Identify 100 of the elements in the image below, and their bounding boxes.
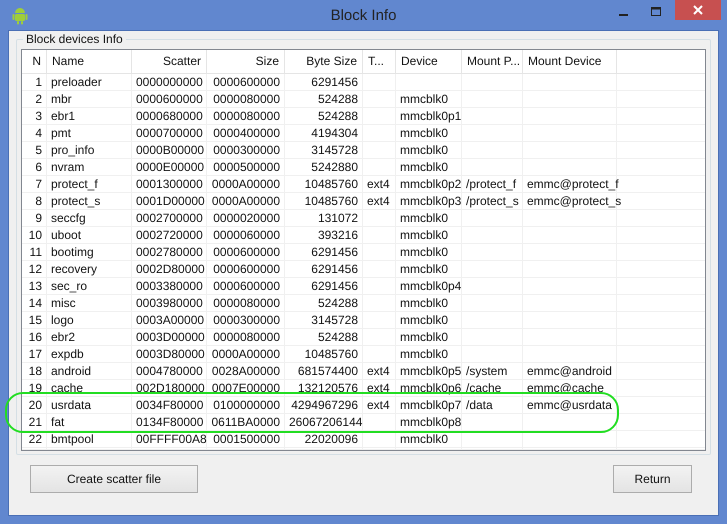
table-cell: 10485760 bbox=[304, 347, 358, 361]
table-cell: uboot bbox=[51, 228, 82, 242]
table-cell: 0003380000 bbox=[136, 279, 203, 293]
table-cell: 6291456 bbox=[311, 262, 358, 276]
table-cell: 6291456 bbox=[311, 75, 358, 89]
column-header[interactable]: Device bbox=[396, 50, 462, 73]
table-cell: 0000000000 bbox=[136, 75, 203, 89]
table-cell: 6 bbox=[35, 160, 42, 174]
table-cell: 0000400000 bbox=[213, 126, 280, 140]
table-cell: 4294967296 bbox=[291, 398, 358, 412]
table-cell: 0000080000 bbox=[213, 92, 280, 106]
table-cell: 0001D00000 bbox=[136, 194, 205, 208]
table-cell: 0000080000 bbox=[213, 330, 280, 344]
table-cell: 0000600000 bbox=[213, 279, 280, 293]
window-title: Block Info bbox=[330, 7, 396, 24]
table-cell: 22 bbox=[28, 432, 42, 446]
table-cell: mmcblk0 bbox=[400, 92, 448, 106]
table-cell: 1 bbox=[35, 75, 42, 89]
table-cell: 393216 bbox=[318, 228, 358, 242]
table-cell: 0000E00000 bbox=[136, 160, 204, 174]
table-cell: pro_info bbox=[51, 143, 94, 157]
table-cell: mmcblk0 bbox=[400, 313, 448, 327]
dialog-button[interactable]: Create scatter file bbox=[30, 465, 198, 493]
table-cell: preloader bbox=[51, 75, 102, 89]
table-cell: emmc@protect_f bbox=[527, 177, 619, 191]
table-cell: 524288 bbox=[318, 330, 358, 344]
table-cell: 6291456 bbox=[311, 245, 358, 259]
table-cell: ext4 bbox=[367, 381, 390, 395]
table-cell: 0000080000 bbox=[213, 109, 280, 123]
column-header[interactable]: Mount P... bbox=[462, 50, 523, 73]
close-icon[interactable] bbox=[675, 0, 721, 20]
dialog-button[interactable]: Return bbox=[613, 465, 692, 493]
table-cell: misc bbox=[51, 296, 76, 310]
table-cell: 0000500000 bbox=[213, 160, 280, 174]
table-cell: 0000020000 bbox=[213, 211, 280, 225]
table-cell: 0000600000 bbox=[213, 75, 280, 89]
table-cell: fat bbox=[51, 415, 64, 429]
table-cell: 8 bbox=[35, 194, 42, 208]
table-cell: 0002780000 bbox=[136, 245, 203, 259]
table-cell: 0000600000 bbox=[213, 262, 280, 276]
table-cell: mmcblk0 bbox=[400, 211, 448, 225]
table-cell: 15 bbox=[28, 313, 42, 327]
table-cell: cache bbox=[51, 381, 84, 395]
column-header[interactable]: Scatter bbox=[132, 50, 207, 73]
table-cell: 21 bbox=[28, 415, 42, 429]
table-cell: 0003980000 bbox=[136, 296, 203, 310]
table-cell: 0002D80000 bbox=[136, 262, 205, 276]
table-cell: 0000300000 bbox=[213, 313, 280, 327]
column-header[interactable]: Byte Size bbox=[285, 50, 363, 73]
table-cell: 20 bbox=[28, 398, 42, 412]
table-cell: emmc@protect_s bbox=[527, 194, 622, 208]
table-cell: 12 bbox=[28, 262, 42, 276]
table-cell: mmcblk0 bbox=[400, 245, 448, 259]
table-cell: 0134F80000 bbox=[136, 415, 204, 429]
table-cell: mmcblk0 bbox=[400, 160, 448, 174]
table-cell: 17 bbox=[28, 347, 42, 361]
column-header[interactable]: Size bbox=[207, 50, 285, 73]
table-cell: 0001500000 bbox=[213, 432, 280, 446]
table-cell: /cache bbox=[466, 381, 502, 395]
table-cell: 0000680000 bbox=[136, 109, 203, 123]
table-cell: mmcblk0p6 bbox=[400, 381, 462, 395]
table-cell: 0003D80000 bbox=[136, 347, 205, 361]
table-cell: ext4 bbox=[367, 398, 390, 412]
table-cell: 0034F80000 bbox=[136, 398, 204, 412]
column-header[interactable]: N bbox=[22, 50, 47, 73]
table-cell: 0003D00000 bbox=[136, 330, 205, 344]
table-cell: mbr bbox=[51, 92, 72, 106]
table-cell: mmcblk0 bbox=[400, 347, 448, 361]
table-cell: 14 bbox=[28, 296, 42, 310]
table-cell: 7 bbox=[35, 177, 42, 191]
table-cell: 0028A00000 bbox=[212, 364, 280, 378]
column-header[interactable]: Mount Device bbox=[523, 50, 617, 73]
table-cell: bmtpool bbox=[51, 432, 94, 446]
table-cell: 10 bbox=[28, 228, 42, 242]
table-cell: 681574400 bbox=[298, 364, 358, 378]
table-cell: emmc@cache bbox=[527, 381, 604, 395]
table-cell: mmcblk0 bbox=[400, 432, 448, 446]
table-cell: emmc@android bbox=[527, 364, 612, 378]
table-cell: android bbox=[51, 364, 92, 378]
table-cell: ebr2 bbox=[51, 330, 76, 344]
table-cell: 3 bbox=[35, 109, 42, 123]
table-cell: /protect_s bbox=[466, 194, 519, 208]
column-header[interactable]: T... bbox=[363, 50, 396, 73]
table-cell: /protect_f bbox=[466, 177, 516, 191]
column-header[interactable]: Name bbox=[47, 50, 132, 73]
robot-icon bbox=[12, 7, 28, 25]
table-cell: 0000A00000 bbox=[212, 177, 280, 191]
table-cell: expdb bbox=[51, 347, 84, 361]
table-cell: mmcblk0p2 bbox=[400, 177, 462, 191]
table-cell: 0000080000 bbox=[213, 296, 280, 310]
table-cell: 0000A00000 bbox=[212, 194, 280, 208]
table-cell: 002D180000 bbox=[136, 381, 205, 395]
table-cell: ext4 bbox=[367, 177, 390, 191]
table-cell: mmcblk0 bbox=[400, 228, 448, 242]
table-cell: mmcblk0 bbox=[400, 143, 448, 157]
table-cell: 22020096 bbox=[304, 432, 358, 446]
table-cell: 0004780000 bbox=[136, 364, 203, 378]
table-cell: 524288 bbox=[318, 109, 358, 123]
table-cell: 0100000000 bbox=[213, 398, 280, 412]
table-cell: 524288 bbox=[318, 296, 358, 310]
